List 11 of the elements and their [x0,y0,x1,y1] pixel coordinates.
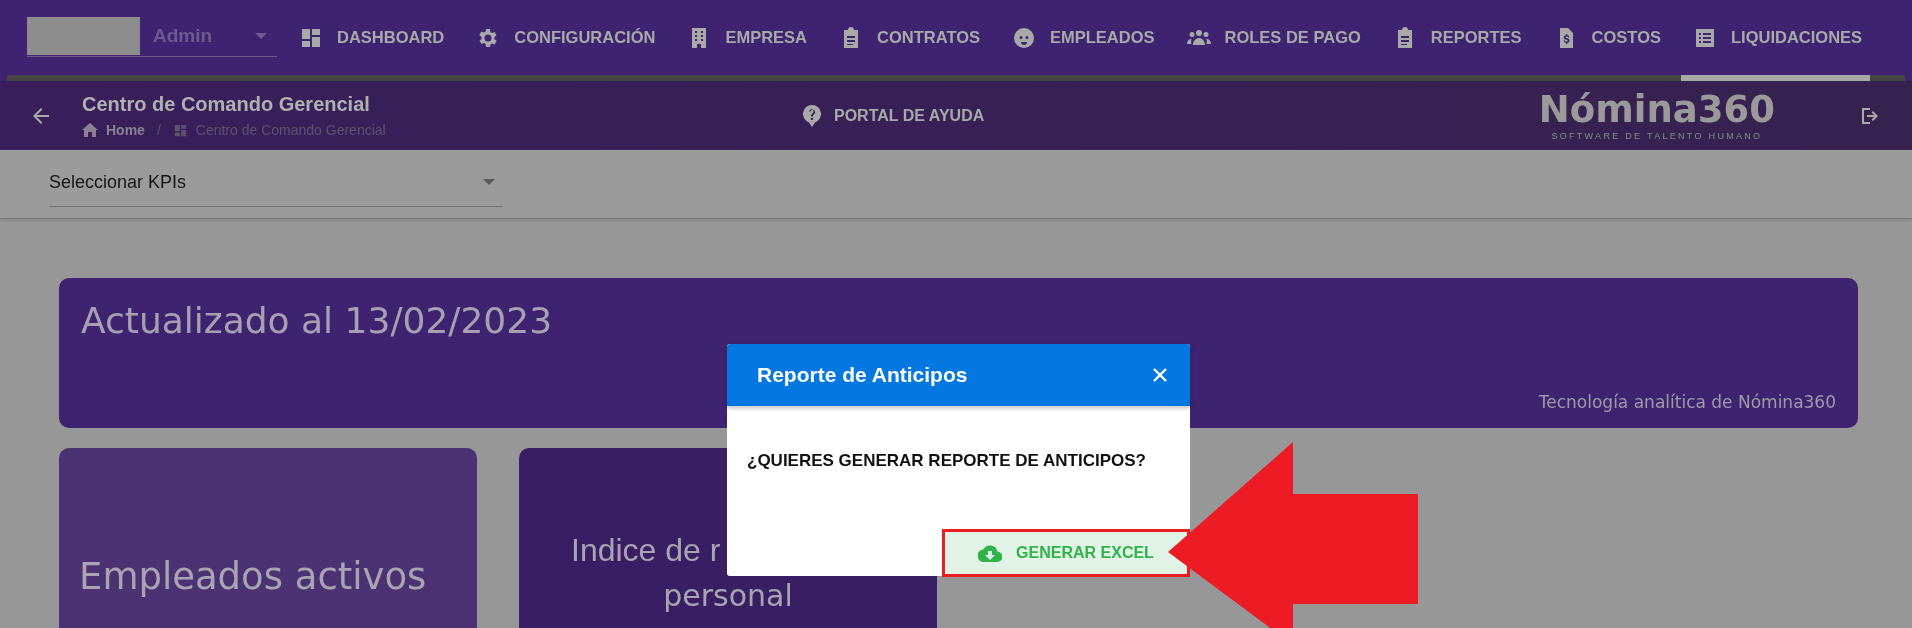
logo-wordmark: Nómina360 [1538,90,1775,128]
page-title: Centro de Comando Gerencial [82,93,371,116]
breadcrumb-separator: / [156,122,161,138]
banner-caption: Tecnología analítica de Nómina360 [1538,392,1836,412]
logo-tagline: SOFTWARE DE TALENTO HUMANO [1551,130,1763,141]
dialog-message: ¿QUIERES GENERAR REPORTE DE ANTICIPOS? [747,451,1147,471]
dialog-title: Reporte de Anticipos [757,363,968,387]
card-title-line: personal [663,576,793,615]
banner-title: Actualizado al 13/02/2023 [81,300,554,341]
card-title-line: Empleados activos [79,554,428,600]
card-title-line: Indice de r [570,531,721,570]
